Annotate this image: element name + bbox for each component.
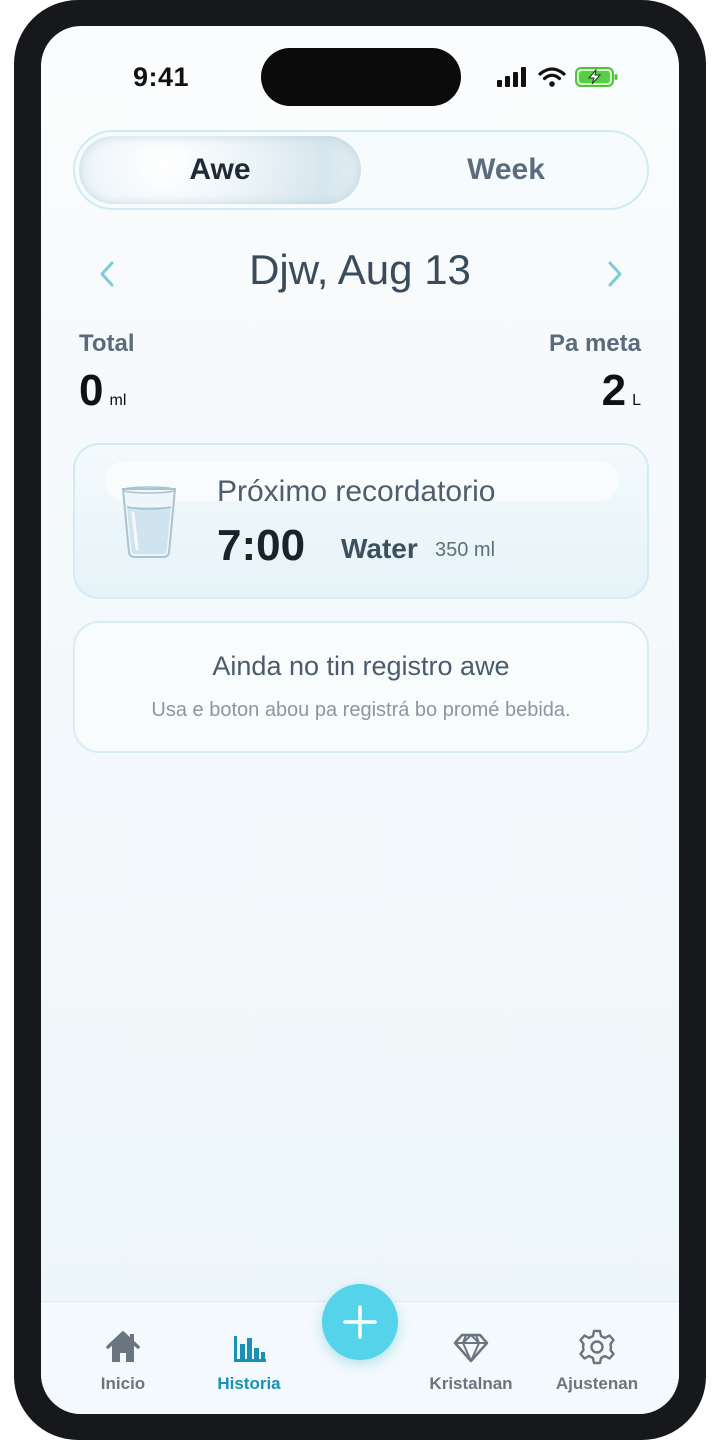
tab-history[interactable]: Historia bbox=[189, 1328, 309, 1398]
chevron-right-icon bbox=[608, 261, 622, 287]
cellular-signal-icon bbox=[497, 67, 526, 87]
total-label: Total bbox=[79, 330, 135, 357]
goal-label: Pa meta bbox=[548, 330, 641, 357]
segment-day[interactable]: Awe bbox=[79, 132, 361, 208]
tab-settings[interactable]: Ajustenan bbox=[537, 1328, 657, 1398]
total-unit: ml bbox=[109, 392, 127, 409]
total-value: 0 ml bbox=[79, 366, 126, 416]
reminder-time: 7:00 bbox=[217, 521, 306, 570]
add-drink-button[interactable] bbox=[322, 1284, 398, 1360]
gear-icon bbox=[579, 1329, 615, 1365]
goal-unit: L bbox=[632, 392, 641, 409]
empty-state-title: Ainda no tin registro awe bbox=[212, 651, 510, 681]
tab-home[interactable]: Inicio bbox=[63, 1328, 183, 1398]
home-icon bbox=[106, 1331, 140, 1362]
total-amount: 0 bbox=[79, 366, 104, 415]
app-screen: 9:41 Awe Week Djw, Aug 13 Total 0 ml Pa … bbox=[41, 26, 679, 1414]
status-time: 9:41 bbox=[133, 62, 190, 92]
dynamic-island bbox=[261, 48, 461, 106]
empty-state-card: Ainda no tin registro awe Usa e boton ab… bbox=[73, 621, 649, 753]
segment-week[interactable]: Week bbox=[365, 132, 647, 208]
period-segmented-control: Awe Week bbox=[73, 130, 649, 210]
tab-settings-label: Ajustenan bbox=[555, 1374, 639, 1393]
diamond-icon bbox=[453, 1333, 489, 1363]
plus-icon bbox=[343, 1305, 377, 1339]
current-date: Djw, Aug 13 bbox=[249, 246, 471, 293]
previous-day-button[interactable] bbox=[87, 254, 127, 294]
water-glass-icon bbox=[121, 486, 177, 558]
wifi-icon bbox=[538, 67, 566, 87]
reminder-title: Próximo recordatorio bbox=[217, 475, 496, 508]
tab-home-label: Inicio bbox=[100, 1374, 146, 1393]
next-reminder-card[interactable]: Próximo recordatorio 7:00 Water 350 ml bbox=[73, 443, 649, 599]
chevron-left-icon bbox=[100, 261, 114, 287]
battery-charging-icon bbox=[575, 67, 618, 87]
tab-history-label: Historia bbox=[217, 1374, 281, 1393]
goal-amount: 2 bbox=[601, 366, 627, 415]
bar-chart-icon bbox=[234, 1336, 266, 1362]
reminder-amount: 350 ml bbox=[435, 539, 496, 561]
tab-crystals-label: Kristalnan bbox=[429, 1374, 513, 1393]
tab-crystals[interactable]: Kristalnan bbox=[411, 1328, 531, 1398]
reminder-drink: Water bbox=[341, 533, 418, 564]
empty-state-subtitle: Usa e boton abou pa registrá bo promé be… bbox=[151, 699, 571, 721]
goal-value: 2L bbox=[602, 366, 641, 416]
status-icons bbox=[497, 64, 619, 90]
next-day-button[interactable] bbox=[595, 254, 635, 294]
